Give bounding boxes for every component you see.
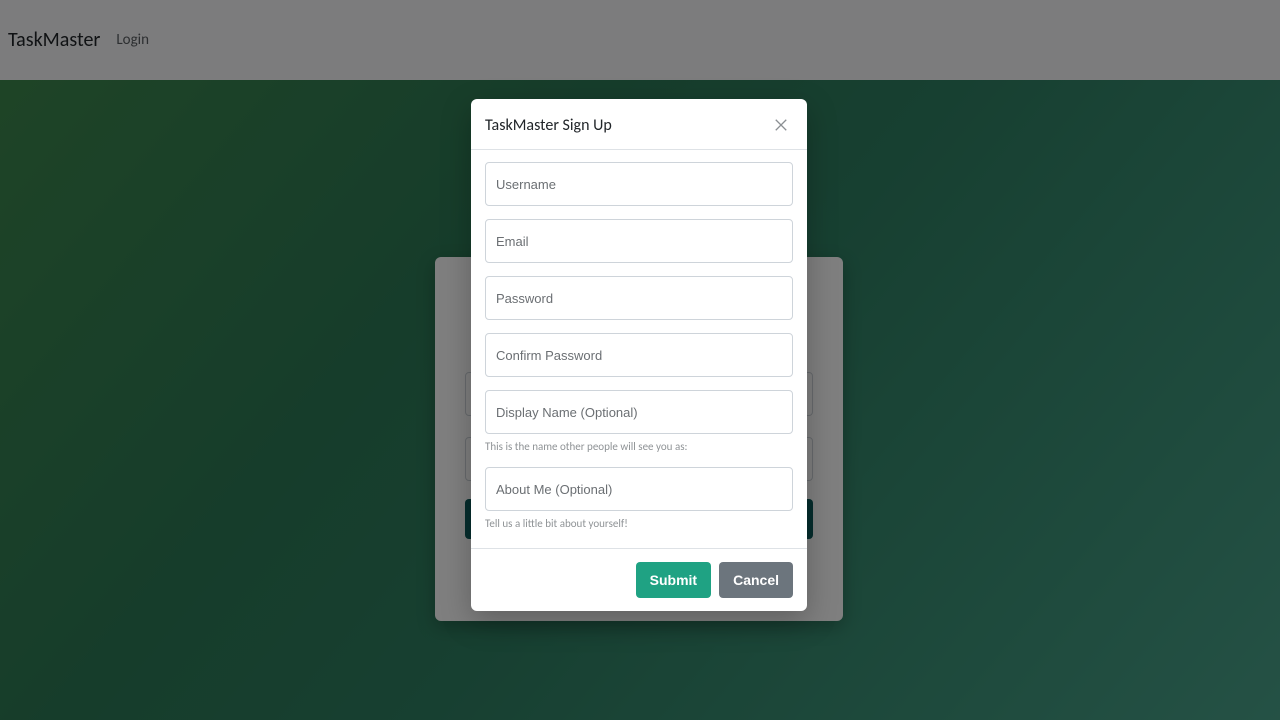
close-icon — [774, 118, 788, 132]
display-name-input[interactable] — [485, 390, 793, 434]
email-input[interactable] — [485, 219, 793, 263]
signup-modal: TaskMaster Sign Up This is the name othe… — [471, 99, 807, 611]
modal-title: TaskMaster Sign Up — [485, 116, 612, 135]
modal-body: This is the name other people will see y… — [471, 150, 807, 548]
modal-header: TaskMaster Sign Up — [471, 99, 807, 150]
display-name-help-text: This is the name other people will see y… — [485, 440, 793, 454]
password-input[interactable] — [485, 276, 793, 320]
modal-close-button[interactable] — [769, 113, 793, 137]
submit-button[interactable]: Submit — [636, 562, 711, 598]
cancel-button[interactable]: Cancel — [719, 562, 793, 598]
about-me-help-text: Tell us a little bit about yourself! — [485, 517, 793, 531]
modal-footer: Submit Cancel — [471, 548, 807, 611]
username-input[interactable] — [485, 162, 793, 206]
confirm-password-input[interactable] — [485, 333, 793, 377]
about-me-input[interactable] — [485, 467, 793, 511]
